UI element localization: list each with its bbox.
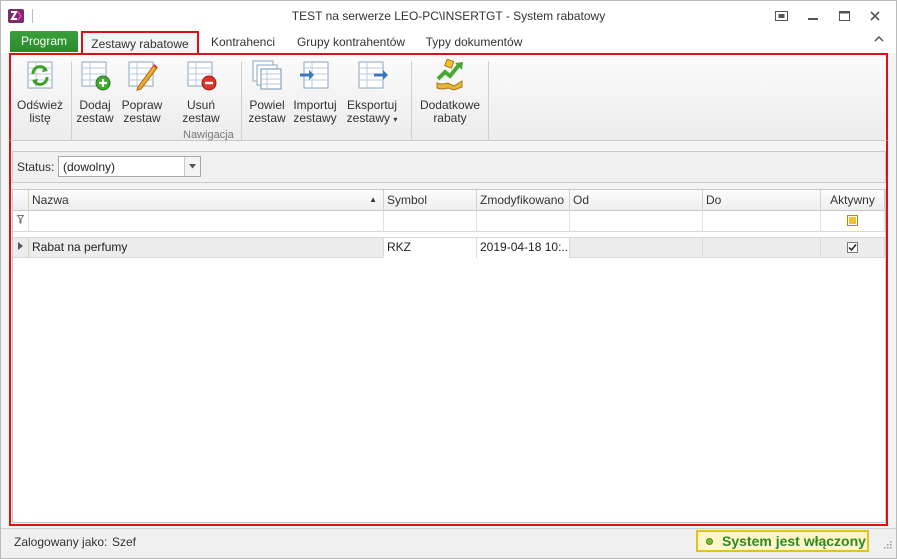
- import-label-line2: zestawy: [293, 111, 337, 125]
- checkmark-icon: [848, 244, 857, 252]
- ribbon-separator: [71, 61, 72, 141]
- row-indicator[interactable]: [13, 238, 29, 258]
- tab-program[interactable]: Program: [10, 31, 78, 52]
- ribbon-separator: [241, 61, 242, 141]
- column-header-nazwa-label: Nazwa: [32, 193, 69, 207]
- column-header-zmodyfikowano[interactable]: Zmodyfikowano: [477, 190, 570, 211]
- aktywny-filter-checkbox[interactable]: [847, 215, 858, 226]
- grid-auto-filter-row: [13, 211, 885, 232]
- logged-in-label: Zalogowany jako:: [14, 535, 108, 549]
- cell-do[interactable]: [703, 238, 821, 258]
- filter-cell-do[interactable]: [703, 211, 821, 232]
- edit-set-button[interactable]: Popraw zestaw: [120, 59, 164, 125]
- refresh-label-line2: listę: [29, 111, 51, 125]
- delete-set-icon: [187, 61, 217, 91]
- filter-row-icon: [13, 211, 29, 232]
- system-status-indicator[interactable]: System jest włączony: [696, 530, 869, 552]
- chevron-down-icon: [189, 164, 196, 169]
- ribbon-separator: [488, 61, 489, 141]
- edit-set-icon: [128, 61, 158, 91]
- column-header-symbol[interactable]: Symbol: [384, 190, 477, 211]
- app-window: TEST na serwerze LEO-PC\INSERTGT - Syste…: [0, 0, 897, 559]
- tab-typy-dokumentow[interactable]: Typy dokumentów: [422, 31, 526, 53]
- title-bar: TEST na serwerze LEO-PC\INSERTGT - Syste…: [1, 1, 896, 31]
- duplicate-set-button[interactable]: Powiel zestaw: [246, 59, 288, 125]
- aktywny-checkbox[interactable]: [847, 242, 858, 253]
- extra-discounts-icon: [436, 58, 463, 91]
- window-title: TEST na serwerze LEO-PC\INSERTGT - Syste…: [291, 9, 606, 23]
- restore-layout-button[interactable]: [770, 6, 792, 26]
- filter-pin-icon: [16, 215, 25, 224]
- refresh-icon: [27, 61, 53, 89]
- chevron-up-icon: [874, 35, 884, 42]
- import-icon: [300, 61, 329, 89]
- status-bar: Zalogowany jako: Szef System jest włączo…: [1, 528, 896, 558]
- row-arrow-icon: [18, 242, 23, 250]
- collapse-ribbon-button[interactable]: [874, 34, 884, 45]
- export-icon: [358, 61, 388, 89]
- delete-set-button[interactable]: Usuń zestaw: [167, 59, 235, 125]
- column-header-nazwa[interactable]: Nazwa ▲: [29, 190, 384, 211]
- filter-cell-zmodyfikowano[interactable]: [477, 211, 570, 232]
- header-indicator-cell: [13, 190, 29, 211]
- delete-set-label-line1: Usuń zestaw: [182, 98, 220, 125]
- status-filter-value: (dowolny): [63, 160, 116, 174]
- add-set-button[interactable]: Dodaj zestaw: [74, 59, 116, 125]
- ribbon-tab-row: Program Zestawy rabatowe Kontrahenci Gru…: [1, 31, 896, 53]
- ribbon-panel: Odśwież listę Dodaj zestaw Popraw zestaw: [9, 53, 888, 141]
- cell-od[interactable]: [570, 238, 703, 258]
- cell-zmodyfikowano[interactable]: 2019-04-18 10:...: [477, 238, 570, 258]
- tab-zestawy-rabatowe[interactable]: Zestawy rabatowe: [81, 31, 199, 53]
- dropdown-arrow-icon: ▾: [393, 115, 398, 124]
- extra-discounts-button[interactable]: Dodatkowe rabaty: [417, 58, 483, 125]
- close-icon: [870, 11, 880, 21]
- add-set-icon: [81, 61, 111, 91]
- tab-kontrahenci[interactable]: Kontrahenci: [206, 31, 280, 53]
- filter-cell-aktywny[interactable]: [821, 211, 885, 232]
- resize-grip-icon[interactable]: [882, 539, 892, 549]
- cell-nazwa[interactable]: Rabat na perfumy: [29, 238, 384, 258]
- status-filter-dropdown-button[interactable]: [184, 157, 200, 176]
- table-row[interactable]: Rabat na perfumy RKZ 2019-04-18 10:...: [13, 237, 885, 258]
- status-filter-label: Status:: [17, 160, 55, 174]
- edit-set-label-line2: zestaw: [123, 111, 161, 125]
- add-set-label-line2: zestaw: [76, 111, 114, 125]
- close-button[interactable]: [864, 6, 886, 26]
- minimize-icon: [808, 18, 818, 20]
- column-header-od[interactable]: Od: [570, 190, 703, 211]
- maximize-icon: [838, 11, 850, 21]
- status-filter-bar: Status: (dowolny): [12, 151, 886, 183]
- filter-cell-od[interactable]: [570, 211, 703, 232]
- filter-cell-nazwa[interactable]: [29, 211, 384, 232]
- sort-ascending-icon: ▲: [369, 195, 377, 204]
- ribbon-separator: [411, 61, 412, 141]
- tab-grupy-kontrahentow[interactable]: Grupy kontrahentów: [293, 31, 409, 53]
- export-label-text: zestawy: [346, 111, 390, 125]
- ribbon-group-label-nawigacja: Nawigacja: [183, 129, 234, 141]
- refresh-list-button[interactable]: Odśwież listę: [15, 59, 65, 125]
- discount-sets-grid: Nazwa ▲ Symbol Zmodyfikowano Od Do Aktyw…: [12, 189, 886, 523]
- status-filter-select[interactable]: (dowolny): [58, 156, 201, 177]
- logged-in-user: Szef: [112, 535, 137, 549]
- cell-aktywny[interactable]: [821, 238, 885, 258]
- column-header-do[interactable]: Do: [703, 190, 821, 211]
- duplicate-set-label-line2: zestaw: [248, 111, 286, 125]
- filter-cell-symbol[interactable]: [384, 211, 477, 232]
- export-label-line2: zestawy ▾: [345, 112, 399, 126]
- maximize-button[interactable]: [833, 6, 855, 26]
- duplicate-set-icon: [252, 60, 282, 90]
- minimize-button[interactable]: [802, 6, 824, 26]
- extra-discounts-label-line2: rabaty: [433, 111, 467, 125]
- import-sets-button[interactable]: Importuj zestawy: [292, 59, 338, 125]
- cell-symbol[interactable]: RKZ: [384, 238, 477, 258]
- status-dot-icon: [706, 538, 713, 545]
- system-status-text: System jest włączony: [722, 533, 866, 549]
- export-sets-button[interactable]: Eksportuj zestawy ▾: [345, 59, 399, 126]
- column-header-aktywny[interactable]: Aktywny: [821, 190, 885, 211]
- layout-icon: [774, 11, 788, 21]
- grid-header: Nazwa ▲ Symbol Zmodyfikowano Od Do Aktyw…: [13, 190, 885, 211]
